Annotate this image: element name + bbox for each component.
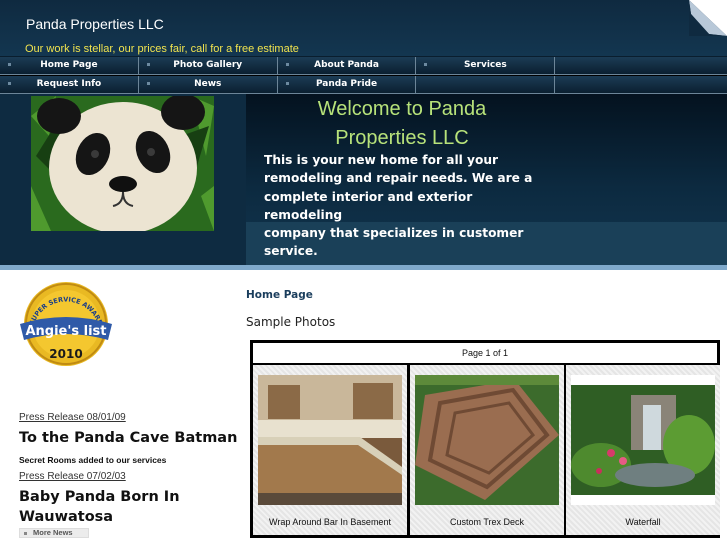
photo-gallery: Page 1 of 1 Wrap Around Bar In Basement [250, 340, 720, 538]
gallery-photo-trex-deck[interactable] [415, 375, 559, 505]
welcome-line: Properties LLC [335, 127, 469, 149]
nav-request-info[interactable]: Request Info [0, 76, 139, 94]
page-title: Sample Photos [246, 315, 336, 329]
breadcrumb[interactable]: Home Page [246, 289, 313, 301]
news-blurb: Secret Rooms added to our services [19, 455, 167, 465]
nav-panda-pride[interactable]: Panda Pride [277, 76, 417, 94]
gallery-item[interactable]: Waterfall [566, 365, 720, 535]
page-curl-decoration [689, 0, 727, 36]
panda-photo [31, 96, 214, 231]
nav-bullet-icon [424, 63, 428, 66]
welcome-heading: Welcome to Panda Properties LLC [262, 95, 542, 153]
press-release-link[interactable]: Press Release 07/02/03 [19, 471, 241, 483]
news-headline[interactable]: To the Panda Cave Batman [19, 428, 241, 448]
gallery-item[interactable]: Custom Trex Deck [410, 365, 564, 535]
intro-line: company that specializes in customer [264, 226, 524, 241]
bullet-icon [24, 532, 27, 535]
nav-label: Photo Gallery [173, 60, 243, 70]
photo-caption: Wrap Around Bar In Basement [269, 517, 391, 527]
site-tagline: Our work is stellar, our prices fair, ca… [25, 43, 299, 55]
nav-label: News [194, 79, 222, 89]
angies-list-award-badge[interactable]: SUPER SERVICE AWARD Angie's list 2010 [16, 280, 116, 368]
nav-services[interactable]: Services [416, 57, 556, 75]
gallery-pager: Page 1 of 1 [253, 343, 717, 363]
more-news-label: More News [33, 528, 73, 537]
nav-photo-gallery[interactable]: Photo Gallery [138, 57, 278, 75]
nav-home-page[interactable]: Home Page [0, 57, 139, 75]
nav-empty-slot [555, 76, 727, 94]
press-release-link[interactable]: Press Release 08/01/09 [19, 412, 241, 424]
svg-text:2010: 2010 [49, 347, 82, 361]
welcome-line: Welcome to Panda [317, 98, 487, 120]
news-headline[interactable]: Baby Panda Born In [19, 487, 241, 507]
nav-label: About Panda [314, 60, 379, 70]
intro-line: remodeling and repair needs. We are a [264, 171, 533, 186]
nav-bullet-icon [8, 82, 11, 85]
news-headline[interactable]: Wauwatosa [19, 507, 241, 527]
nav-row-1: Home Page Photo Gallery About Panda Serv… [0, 57, 727, 75]
gallery-photo-basement-bar[interactable] [258, 375, 402, 505]
nav-label: Panda Pride [315, 79, 378, 89]
intro-text: This is your new home for all your remod… [264, 151, 536, 261]
nav-empty-slot [555, 57, 727, 75]
section-divider [0, 265, 727, 270]
nav-bullet-icon [8, 63, 11, 66]
intro-line: This is your new home for all your [264, 153, 499, 167]
nav-label: Request Info [36, 79, 102, 89]
nav-row-2: Request Info News Panda Pride [0, 76, 727, 94]
nav-label: Services [463, 60, 507, 70]
intro-line: service. [264, 244, 318, 259]
gallery-item[interactable]: Wrap Around Bar In Basement [253, 365, 407, 535]
nav-bullet-icon [285, 63, 289, 66]
intro-line: complete interior and exterior remodelin… [264, 189, 473, 222]
site-header: Panda Properties LLC Our work is stellar… [0, 0, 727, 57]
photo-caption: Custom Trex Deck [449, 517, 525, 527]
nav-bullet-icon [146, 63, 150, 66]
nav-bullet-icon [146, 82, 150, 85]
gallery-photo-waterfall[interactable] [571, 375, 715, 505]
nav-news[interactable]: News [138, 76, 278, 94]
nav-empty-slot [416, 76, 556, 94]
nav-label: Home Page [40, 60, 98, 70]
site-title: Panda Properties LLC [26, 16, 164, 32]
more-news-button[interactable]: More News [19, 528, 89, 538]
news-list: Press Release 08/01/09 To the Panda Cave… [19, 412, 241, 527]
nav-bullet-icon [285, 82, 289, 85]
nav-about-panda[interactable]: About Panda [277, 57, 417, 75]
svg-text:Angie's list: Angie's list [25, 324, 106, 339]
main-navigation: Home Page Photo Gallery About Panda Serv… [0, 57, 727, 94]
photo-caption: Waterfall [625, 517, 661, 527]
